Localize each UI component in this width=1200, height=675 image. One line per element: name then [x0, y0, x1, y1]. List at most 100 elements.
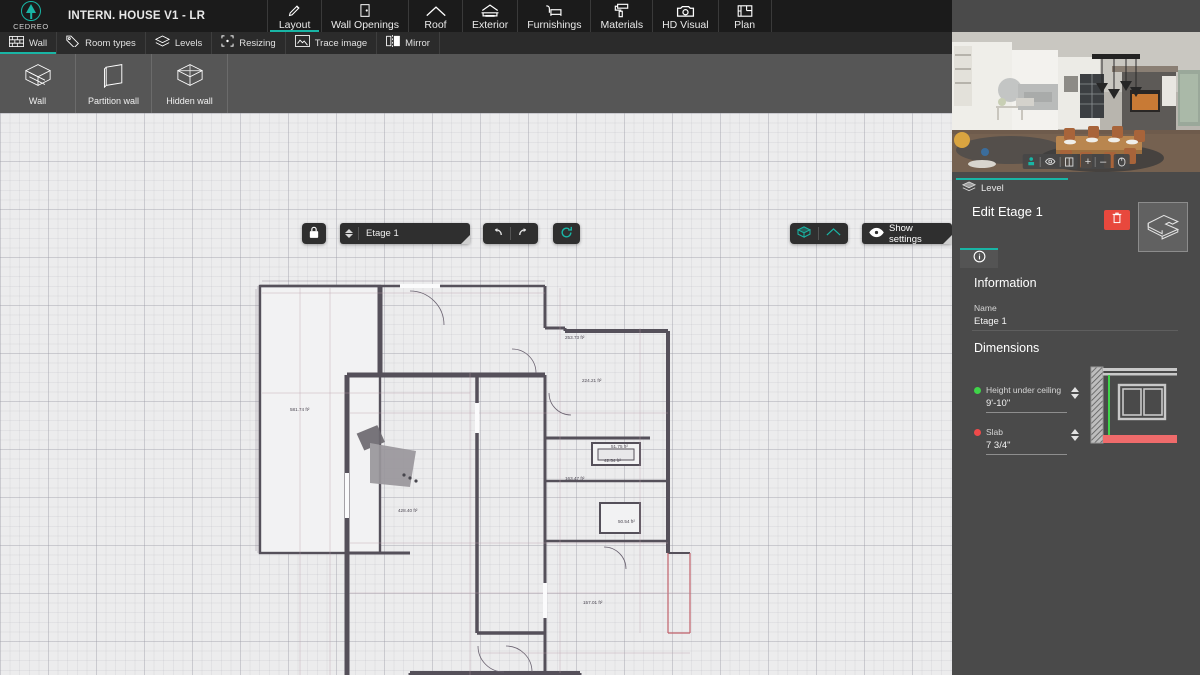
floor-plan-drawing — [0, 113, 952, 675]
sub-item-wall[interactable]: Wall — [0, 32, 57, 54]
plan-icon — [737, 3, 753, 18]
room-area-label: 157.01 ft² — [583, 600, 602, 605]
height-under-ceiling-label: Height under ceiling — [986, 385, 1067, 395]
dimensions-heading: Dimensions — [974, 341, 1180, 355]
tab-wall-openings[interactable]: Wall Openings — [321, 0, 408, 32]
tool-partition-wall-label: Partition wall — [88, 96, 139, 106]
document-title: INTERN. HOUSE V1 - LR — [62, 0, 205, 32]
stepper-up-icon[interactable] — [345, 229, 353, 233]
history-toolbar — [483, 223, 538, 244]
show-settings-button[interactable]: Show settings — [862, 223, 952, 244]
zoom-in-icon[interactable]: + — [1081, 154, 1095, 169]
person-view-icon[interactable] — [1023, 154, 1040, 169]
slab-status-dot — [974, 429, 981, 436]
redo-icon — [518, 227, 531, 240]
main-tab-bar: Layout Wall Openings Roof Exterior — [267, 0, 771, 32]
tool-wall-label: Wall — [29, 96, 46, 106]
refresh-icon — [560, 226, 573, 242]
slab-label: Slab — [986, 427, 1067, 437]
room-area-label: 581.74 ft² — [290, 407, 309, 412]
undo-button[interactable] — [483, 223, 510, 244]
resize-corner-icon[interactable] — [461, 235, 470, 244]
tab-layout-label: Layout — [279, 19, 311, 31]
stepper-down-icon[interactable] — [1071, 436, 1079, 441]
info-icon — [973, 250, 986, 268]
panel-tab-level[interactable]: Level — [956, 178, 1068, 196]
preview-3d-render — [952, 32, 1200, 172]
eye-view-icon[interactable] — [1041, 154, 1060, 169]
sub-item-resizing-label: Resizing — [239, 38, 275, 49]
app-logo[interactable]: CEDREO — [0, 0, 62, 32]
panel-tab-strip: Level — [952, 178, 1200, 196]
preview-3d-viewport[interactable]: + – — [952, 32, 1200, 172]
stepper-down-icon[interactable] — [1071, 394, 1079, 399]
view-3d-button[interactable] — [790, 223, 818, 244]
resize-corner-icon[interactable] — [943, 235, 952, 244]
sub-item-mirror[interactable]: Mirror — [377, 32, 440, 54]
stepper-up-icon[interactable] — [1071, 429, 1079, 434]
split-view-icon[interactable] — [1061, 154, 1078, 169]
tab-layout[interactable]: Layout — [267, 0, 321, 32]
pencil-icon — [287, 3, 302, 18]
height-stepper[interactable] — [1071, 387, 1079, 399]
height-under-ceiling-field[interactable]: Height under ceiling 9'-10" — [974, 385, 1079, 413]
tool-partition-wall[interactable]: Partition wall — [76, 54, 152, 113]
stepper-up-icon[interactable] — [1071, 387, 1079, 392]
sub-item-levels[interactable]: Levels — [146, 32, 212, 54]
level-thumbnail[interactable] — [1138, 202, 1188, 252]
wall-section-diagram — [1087, 365, 1179, 445]
tool-hidden-wall[interactable]: Hidden wall — [152, 54, 228, 113]
sub-item-mirror-label: Mirror — [405, 38, 430, 49]
stepper-down-icon[interactable] — [345, 234, 353, 238]
panel-info-tab[interactable] — [960, 248, 998, 268]
tool-hidden-wall-label: Hidden wall — [166, 96, 213, 106]
tab-hd-visual[interactable]: HD Visual — [652, 0, 718, 32]
cedreo-tree-icon — [21, 1, 41, 21]
name-field-value[interactable]: Etage 1 — [974, 313, 1072, 331]
door-icon — [358, 3, 372, 18]
wall-tool-bar: Wall Partition wall Hidden wall — [0, 54, 952, 113]
tab-furnishings-label: Furnishings — [527, 19, 581, 31]
brand-label: CEDREO — [13, 22, 49, 31]
information-section: Information Name Etage 1 — [974, 276, 1180, 331]
floor-plan-canvas[interactable]: 253.73 ft² 581.74 ft² 224.21 ft² 163.47 … — [0, 113, 952, 675]
sub-item-resizing[interactable]: Resizing — [212, 32, 285, 54]
slab-field[interactable]: Slab 7 3/4" — [974, 427, 1079, 455]
height-under-ceiling-value[interactable]: 9'-10" — [986, 395, 1067, 413]
sub-item-wall-label: Wall — [29, 38, 47, 49]
sofa-icon — [544, 3, 564, 18]
level-selector[interactable]: Etage 1 — [340, 223, 470, 244]
view-roof-button[interactable] — [819, 223, 848, 244]
zoom-out-icon[interactable]: – — [1096, 154, 1110, 169]
sub-item-levels-label: Levels — [175, 38, 202, 49]
tab-materials[interactable]: Materials — [590, 0, 652, 32]
tab-roof[interactable]: Roof — [408, 0, 462, 32]
tab-wall-openings-label: Wall Openings — [331, 19, 399, 31]
slab-stepper[interactable] — [1071, 429, 1079, 441]
mirror-icon — [386, 34, 400, 52]
undo-icon — [490, 227, 503, 240]
refresh-button[interactable] — [553, 223, 580, 244]
delete-level-button[interactable] — [1104, 210, 1130, 230]
lock-button[interactable] — [302, 223, 326, 244]
sub-item-trace-image[interactable]: Trace image — [286, 32, 377, 54]
redo-button[interactable] — [511, 223, 538, 244]
tab-roof-label: Roof — [424, 19, 446, 31]
preview-controls: + – — [1023, 154, 1130, 169]
tab-furnishings[interactable]: Furnishings — [517, 0, 590, 32]
tab-exterior[interactable]: Exterior — [462, 0, 517, 32]
name-field-label: Name — [974, 303, 1180, 313]
right-panel: + – Level Edit Etage — [952, 0, 1200, 675]
show-settings-label: Show settings — [889, 223, 943, 245]
sub-item-room-types[interactable]: Room types — [57, 32, 146, 54]
level-stepper[interactable] — [340, 229, 358, 238]
name-field[interactable]: Name Etage 1 — [974, 303, 1180, 331]
layers-icon — [155, 34, 170, 52]
mouse-navigate-icon[interactable] — [1113, 154, 1129, 169]
tab-plan[interactable]: Plan — [718, 0, 772, 32]
cube-3d-icon — [797, 226, 811, 241]
trace-image-icon — [295, 34, 310, 52]
slab-value[interactable]: 7 3/4" — [986, 437, 1067, 455]
tool-wall[interactable]: Wall — [0, 54, 76, 113]
tag-icon — [66, 34, 80, 52]
